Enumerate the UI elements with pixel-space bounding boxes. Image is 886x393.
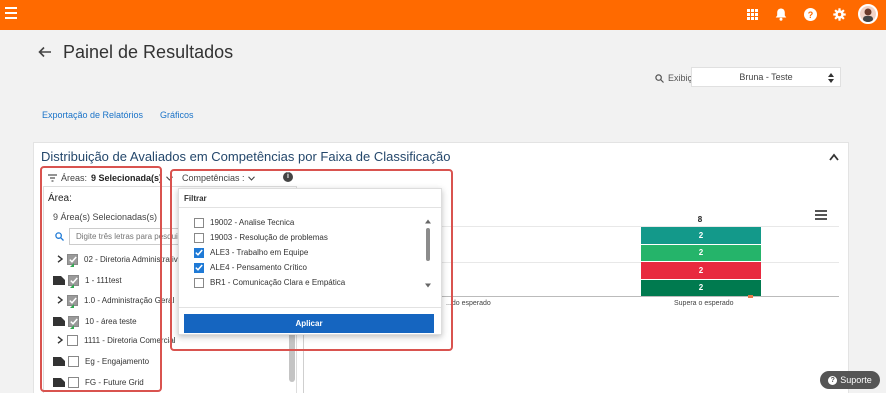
- avatar[interactable]: [858, 4, 878, 24]
- highlight-competencias-filter: [170, 169, 453, 351]
- page-title: Painel de Resultados: [63, 42, 234, 62]
- bar-segment[interactable]: 2: [641, 279, 761, 296]
- help-icon[interactable]: ?: [800, 4, 820, 24]
- bar-segment-label: 2: [698, 283, 704, 293]
- bar-segment[interactable]: 2: [641, 244, 761, 261]
- gear-icon[interactable]: [829, 4, 849, 24]
- chart-menu-icon[interactable]: [815, 210, 827, 220]
- export-reports-link[interactable]: Exportação de Relatórios: [42, 110, 143, 120]
- help-icon: ?: [828, 375, 838, 385]
- apps-grid-icon[interactable]: [742, 4, 762, 24]
- svg-text:?: ?: [807, 10, 813, 20]
- sort-caret-icon: [828, 73, 834, 83]
- bar-segment[interactable]: 2: [641, 262, 761, 279]
- back-arrow-icon[interactable]: [38, 45, 52, 59]
- x-tick-label: Supera o esperado: [674, 300, 734, 307]
- search-icon: [655, 73, 664, 83]
- highlight-area-filter: [40, 166, 162, 392]
- bar-segment-label: 2: [698, 248, 704, 258]
- legend-mark: [748, 295, 753, 298]
- support-button[interactable]: ? Suporte: [820, 371, 880, 389]
- menu-icon[interactable]: [5, 7, 17, 19]
- bar-segment-label: 2: [698, 265, 704, 275]
- bar-segment-label: 2: [698, 230, 704, 240]
- x-axis: [442, 296, 839, 297]
- bell-icon[interactable]: [771, 4, 791, 24]
- charts-link[interactable]: Gráficos: [160, 110, 194, 120]
- card-title: Distribuição de Avaliados em Competência…: [41, 149, 451, 164]
- chevron-up-icon[interactable]: [829, 152, 839, 161]
- stack-total-label: 8: [697, 215, 703, 224]
- top-bar: ?: [0, 0, 886, 30]
- exibicao-select[interactable]: Bruna - Teste: [691, 67, 841, 87]
- bar-segment[interactable]: 2: [641, 227, 761, 244]
